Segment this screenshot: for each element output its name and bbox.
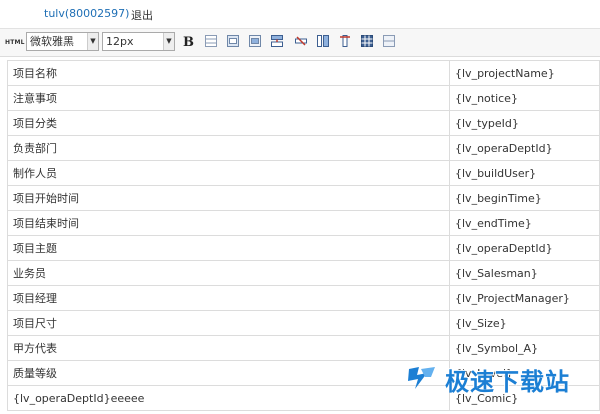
insert-column-icon[interactable] — [317, 35, 329, 47]
insert-row-icon[interactable] — [271, 35, 283, 47]
field-variable-cell[interactable]: {lv_notice} — [449, 85, 600, 111]
font-family-value: 微软雅黑 — [30, 35, 74, 48]
field-variable-cell[interactable]: {lv_Salesman} — [449, 260, 600, 286]
field-variable-cell[interactable]: {lv_operaDeptId} — [449, 235, 600, 261]
field-label-cell[interactable]: 项目主题 — [7, 235, 450, 261]
table-icon[interactable] — [205, 35, 217, 47]
watermark: 极速下载站 — [405, 360, 585, 396]
field-label-cell[interactable]: 项目经理 — [7, 285, 450, 311]
user-account-link[interactable]: tulv(80002597) — [44, 7, 129, 20]
table-row: 注意事项 {lv_notice} — [7, 85, 600, 111]
chevron-down-icon: ▼ — [87, 33, 98, 50]
table-row: 项目开始时间 {lv_beginTime} — [7, 185, 600, 211]
field-variable-cell[interactable]: {lv_beginTime} — [449, 185, 600, 211]
bold-button[interactable]: B — [183, 35, 194, 50]
table-row: 项目主题 {lv_operaDeptId} — [7, 235, 600, 261]
field-label-cell[interactable]: 质量等级 — [7, 360, 450, 386]
editor-toolbar: HTML 微软雅黑 ▼ 12px ▼ B — [0, 28, 600, 57]
field-label-cell[interactable]: {lv_operaDeptId}eeeee — [7, 385, 450, 411]
chevron-down-icon: ▼ — [163, 33, 174, 50]
field-variable-cell[interactable]: {lv_typeId} — [449, 110, 600, 136]
split-cells-icon[interactable] — [383, 35, 395, 47]
field-label-cell[interactable]: 制作人员 — [7, 160, 450, 186]
field-variable-cell[interactable]: {lv_buildUser} — [449, 160, 600, 186]
table-row: 甲方代表 {lv_Symbol_A} — [7, 335, 600, 361]
watermark-logo-icon — [408, 367, 435, 389]
table-row: 负责部门 {lv_operaDeptId} — [7, 135, 600, 161]
html-source-icon[interactable]: HTML — [5, 39, 25, 46]
font-family-select[interactable]: 微软雅黑 ▼ — [26, 32, 99, 51]
field-label-cell[interactable]: 负责部门 — [7, 135, 450, 161]
table-row: 项目结束时间 {lv_endTime} — [7, 210, 600, 236]
font-size-value: 12px — [106, 35, 134, 48]
field-label-cell[interactable]: 项目开始时间 — [7, 185, 450, 211]
template-field-table: 项目名称 {lv_projectName} 注意事项 {lv_notice} 项目分类{… — [7, 60, 600, 411]
font-size-select[interactable]: 12px ▼ — [102, 32, 175, 51]
top-bar: tulv(80002597) 退出 — [0, 0, 600, 27]
field-variable-cell[interactable]: {lv_endTime} — [449, 210, 600, 236]
field-variable-cell[interactable]: {lv_Size} — [449, 310, 600, 336]
field-variable-cell[interactable]: {lv_ProjectManager} — [449, 285, 600, 311]
logout-link[interactable]: 退出 — [131, 7, 153, 23]
delete-row-icon[interactable] — [295, 35, 307, 47]
table-row: 制作人员 {lv_buildUser} — [7, 160, 600, 186]
watermark-text: 极速下载站 — [445, 368, 570, 396]
merge-cells-icon[interactable] — [361, 35, 373, 47]
cell-properties-icon[interactable] — [249, 35, 261, 47]
field-variable-cell[interactable]: {lv_projectName} — [449, 60, 600, 86]
field-label-cell[interactable]: 业务员 — [7, 260, 450, 286]
field-label-cell[interactable]: 甲方代表 — [7, 335, 450, 361]
field-label-cell[interactable]: 注意事项 — [7, 85, 450, 111]
table-row: 项目经理 {lv_ProjectManager} — [7, 285, 600, 311]
field-variable-cell[interactable]: {lv_operaDeptId} — [449, 135, 600, 161]
field-label-cell[interactable]: 项目分类 — [7, 110, 450, 136]
field-label-cell[interactable]: 项目名称 — [7, 60, 450, 86]
table-row: 业务员 {lv_Salesman} — [7, 260, 600, 286]
field-variable-cell[interactable]: {lv_Symbol_A} — [449, 335, 600, 361]
table-row: 项目名称 {lv_projectName} — [7, 60, 600, 86]
table-row: 项目分类 {lv_typeId} — [7, 110, 600, 136]
table-row: 项目尺寸 {lv_Size} — [7, 310, 600, 336]
delete-column-icon[interactable] — [339, 35, 351, 47]
table-properties-icon[interactable] — [227, 35, 239, 47]
field-label-cell[interactable]: 项目结束时间 — [7, 210, 450, 236]
field-label-cell[interactable]: 项目尺寸 — [7, 310, 450, 336]
